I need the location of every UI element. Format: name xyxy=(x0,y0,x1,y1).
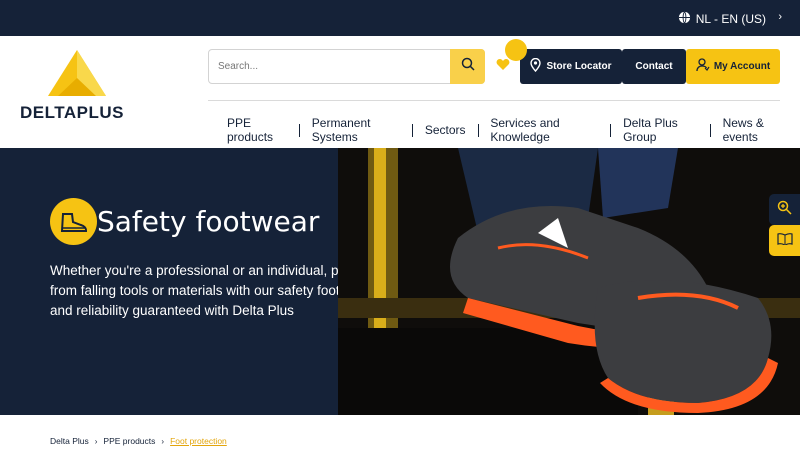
hero-text-line: and reliability guaranteed with Delta Pl… xyxy=(50,303,294,318)
breadcrumb-link[interactable]: PPE products xyxy=(103,436,155,446)
compare-tab[interactable] xyxy=(769,194,800,225)
store-locator-label: Store Locator xyxy=(546,61,612,72)
top-bar: NL - EN (US) › xyxy=(0,0,800,36)
contact-button[interactable]: Contact xyxy=(622,49,686,84)
chevron-right-icon: › xyxy=(161,436,165,446)
boot-icon xyxy=(50,198,97,245)
hero-banner: Safety footwear Whether you're a profess… xyxy=(0,148,800,415)
search-icon xyxy=(461,57,475,76)
chevron-right-icon: › xyxy=(778,11,782,23)
breadcrumb-link[interactable]: Delta Plus xyxy=(50,436,89,446)
search-button[interactable] xyxy=(450,49,485,84)
chevron-right-icon: › xyxy=(94,436,98,446)
language-label: NL - EN (US) xyxy=(695,12,766,26)
nav-item-delta-plus-group[interactable]: Delta Plus Group xyxy=(611,116,710,144)
heart-icon xyxy=(496,58,510,76)
nav-item-news-events[interactable]: News & events xyxy=(711,116,800,144)
breadcrumb: Delta Plus › PPE products › Foot protect… xyxy=(50,436,227,446)
search-box xyxy=(208,49,485,84)
hero-text-line: Whether you're a professional or an indi… xyxy=(50,263,338,278)
wishlist-badge xyxy=(505,39,527,61)
globe-icon xyxy=(678,11,691,27)
nav-item-ppe-products[interactable]: PPE products xyxy=(215,116,299,144)
book-icon xyxy=(776,232,793,250)
language-selector[interactable]: NL - EN (US) › xyxy=(678,11,782,27)
nav-item-services-and-knowledge[interactable]: Services and Knowledge xyxy=(478,116,610,144)
my-account-button[interactable]: My Account xyxy=(686,49,780,84)
hero-text-line: from falling tools or materials with our… xyxy=(50,283,338,298)
nav-item-permanent-systems[interactable]: Permanent Systems xyxy=(300,116,412,144)
breadcrumb-current[interactable]: Foot protection xyxy=(170,436,227,446)
zoom-plus-icon xyxy=(777,200,792,220)
main-nav: PPE products Permanent Systems Sectors S… xyxy=(215,116,800,144)
my-account-label: My Account xyxy=(713,61,771,72)
search-input[interactable] xyxy=(209,50,451,83)
user-icon xyxy=(696,58,710,75)
hero-description: Whether you're a professional or an indi… xyxy=(50,261,338,321)
header: DELTAPLUS Store Locator Contact My Accou… xyxy=(0,36,800,148)
guide-tab[interactable] xyxy=(769,225,800,256)
nav-divider xyxy=(208,100,780,101)
hero-shoe-image xyxy=(338,148,800,415)
page-title: Safety footwear xyxy=(97,205,320,238)
store-locator-button[interactable]: Store Locator xyxy=(520,49,622,84)
contact-label: Contact xyxy=(635,61,673,72)
location-pin-icon xyxy=(530,57,542,75)
logo-text: DELTAPLUS xyxy=(20,103,124,122)
nav-item-sectors[interactable]: Sectors xyxy=(413,123,478,137)
